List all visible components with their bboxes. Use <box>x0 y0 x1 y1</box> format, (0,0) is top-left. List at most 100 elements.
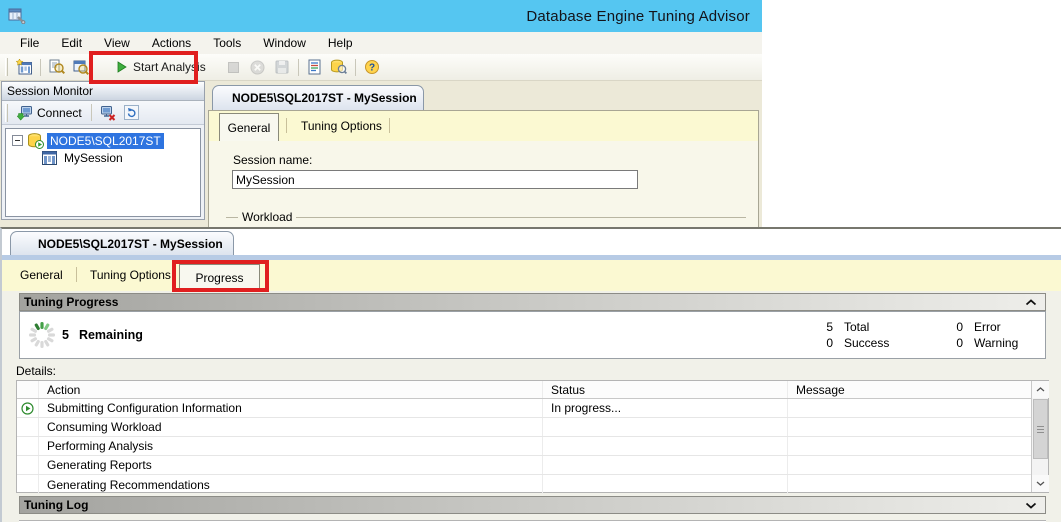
table-row[interactable]: Submitting Configuration Information In … <box>17 399 1032 418</box>
document-tab-label: NODE5\SQL2017ST - MySession <box>232 91 417 105</box>
window-title: Database Engine Tuning Advisor <box>526 8 750 25</box>
expander-icon[interactable] <box>12 135 23 146</box>
document-tab[interactable]: NODE5\SQL2017ST - MySession <box>212 85 424 110</box>
dta-main-window: Database Engine Tuning Advisor File Edit… <box>0 0 762 227</box>
app-icon <box>8 8 26 24</box>
details-label: Details: <box>16 364 56 378</box>
tuning-progress-title: Tuning Progress <box>24 295 118 309</box>
table-row[interactable]: Performing Analysis <box>17 437 1032 456</box>
status-cell: In progress... <box>543 399 788 417</box>
session-name-input[interactable] <box>232 170 638 189</box>
message-cell <box>788 456 1032 474</box>
save-button[interactable] <box>270 55 294 79</box>
scroll-up-icon[interactable] <box>1032 381 1049 398</box>
details-table: Action Status Message Submitting Configu <box>16 380 1049 493</box>
document-tab-label: NODE5\SQL2017ST - MySession <box>38 237 223 251</box>
menu-tools[interactable]: Tools <box>202 34 252 52</box>
scroll-down-icon[interactable] <box>1032 475 1049 492</box>
help-button[interactable]: ? <box>360 55 384 79</box>
session-monitor-header: Session Monitor <box>2 82 204 101</box>
menu-file[interactable]: File <box>9 34 50 52</box>
disconnect-icon <box>100 105 116 121</box>
connect-button[interactable]: Connect <box>12 102 87 123</box>
tab-progress[interactable]: Progress <box>179 264 260 291</box>
stats-column-left: 5 Total 0 Success <box>815 319 889 351</box>
status-column-header[interactable]: Status <box>543 381 788 398</box>
status-icon-column-header[interactable] <box>17 381 39 398</box>
session-node-label[interactable]: MySession <box>61 150 126 166</box>
message-column-header[interactable]: Message <box>788 381 1032 398</box>
error-label: Error <box>974 320 1001 334</box>
total-label: Total <box>844 320 869 334</box>
menu-view[interactable]: View <box>93 34 141 52</box>
view-session-button[interactable] <box>69 55 93 79</box>
menu-help[interactable]: Help <box>317 34 364 52</box>
main-toolbar: Start Analysis <box>0 54 762 81</box>
find-window-icon <box>73 59 89 75</box>
status-cell <box>543 437 788 455</box>
new-session-icon <box>16 59 33 75</box>
new-session-button[interactable] <box>12 55 36 79</box>
toolbar-separator <box>298 59 299 76</box>
message-cell <box>788 475 1032 494</box>
document-area: NODE5\SQL2017ST - MySession General Tuni… <box>205 81 762 227</box>
document-tab[interactable]: NODE5\SQL2017ST - MySession <box>10 231 234 255</box>
expand-chevron-icon[interactable] <box>1025 502 1037 509</box>
reports-button[interactable] <box>303 55 327 79</box>
server-node-label[interactable]: NODE5\SQL2017ST <box>47 133 164 149</box>
cancel-button[interactable] <box>246 55 270 79</box>
workload-label: Workload <box>238 210 296 224</box>
refresh-icon <box>124 105 139 120</box>
refresh-button[interactable] <box>120 101 144 125</box>
progress-window: NODE5\SQL2017ST - MySession General Tuni… <box>0 227 1061 522</box>
message-cell <box>788 418 1032 436</box>
find-document-icon <box>49 59 65 75</box>
tab-tuning-options[interactable]: Tuning Options <box>90 268 171 282</box>
table-row[interactable]: Generating Reports <box>17 456 1032 475</box>
error-value: 0 <box>945 320 963 334</box>
tuning-log-header[interactable]: Tuning Log <box>19 496 1046 514</box>
table-row[interactable]: Consuming Workload <box>17 418 1032 437</box>
start-analysis-button[interactable]: Start Analysis <box>109 55 214 79</box>
general-page: General Tuning Options Session name: Wor… <box>208 110 759 227</box>
table-row[interactable]: Generating Recommendations <box>17 475 1032 494</box>
tuning-options-button[interactable] <box>327 55 351 79</box>
start-analysis-label: Start Analysis <box>133 60 206 74</box>
menu-actions[interactable]: Actions <box>141 34 202 52</box>
menu-window[interactable]: Window <box>252 34 317 52</box>
screenshot-canvas: Database Engine Tuning Advisor File Edit… <box>0 0 1061 522</box>
progress-spinner-icon <box>28 321 56 349</box>
tab-tuning-options[interactable]: Tuning Options <box>301 119 382 133</box>
tuning-progress-header[interactable]: Tuning Progress <box>19 293 1046 311</box>
tuning-log-title: Tuning Log <box>24 498 88 512</box>
vertical-scrollbar[interactable] <box>1031 381 1048 492</box>
tab-strip: General Tuning Options <box>209 111 758 141</box>
tab-general[interactable]: General <box>20 268 63 282</box>
toolbar-grip <box>5 104 8 122</box>
collapse-chevron-icon[interactable] <box>1025 299 1037 306</box>
database-server-icon <box>27 133 44 149</box>
session-name-label: Session name: <box>233 153 312 167</box>
open-session-button[interactable] <box>45 55 69 79</box>
menu-bar: File Edit View Actions Tools Window Help <box>0 32 762 54</box>
progress-summary-panel: 5Remaining 5 Total 0 Success 0 Error <box>19 311 1046 359</box>
toolbar-separator <box>91 104 92 121</box>
remaining-label: Remaining <box>79 328 143 342</box>
scrollbar-thumb[interactable] <box>1033 399 1048 459</box>
menu-edit[interactable]: Edit <box>50 34 93 52</box>
action-column-header[interactable]: Action <box>39 381 543 398</box>
tree-row-server[interactable]: NODE5\SQL2017ST <box>6 132 200 149</box>
disconnect-button[interactable] <box>96 101 120 125</box>
status-cell <box>543 456 788 474</box>
warning-label: Warning <box>974 336 1018 350</box>
session-monitor-panel: Session Monitor <box>1 81 205 220</box>
action-cell: Generating Recommendations <box>39 475 543 494</box>
status-cell <box>543 418 788 436</box>
tree-row-session[interactable]: MySession <box>6 149 200 166</box>
stop-analysis-button[interactable] <box>222 55 246 79</box>
table-header-row: Action Status Message <box>17 381 1032 399</box>
stop-icon <box>228 62 239 73</box>
tab-general[interactable]: General <box>219 113 279 141</box>
cancel-circle-icon <box>250 60 265 75</box>
svg-text:?: ? <box>369 63 375 74</box>
